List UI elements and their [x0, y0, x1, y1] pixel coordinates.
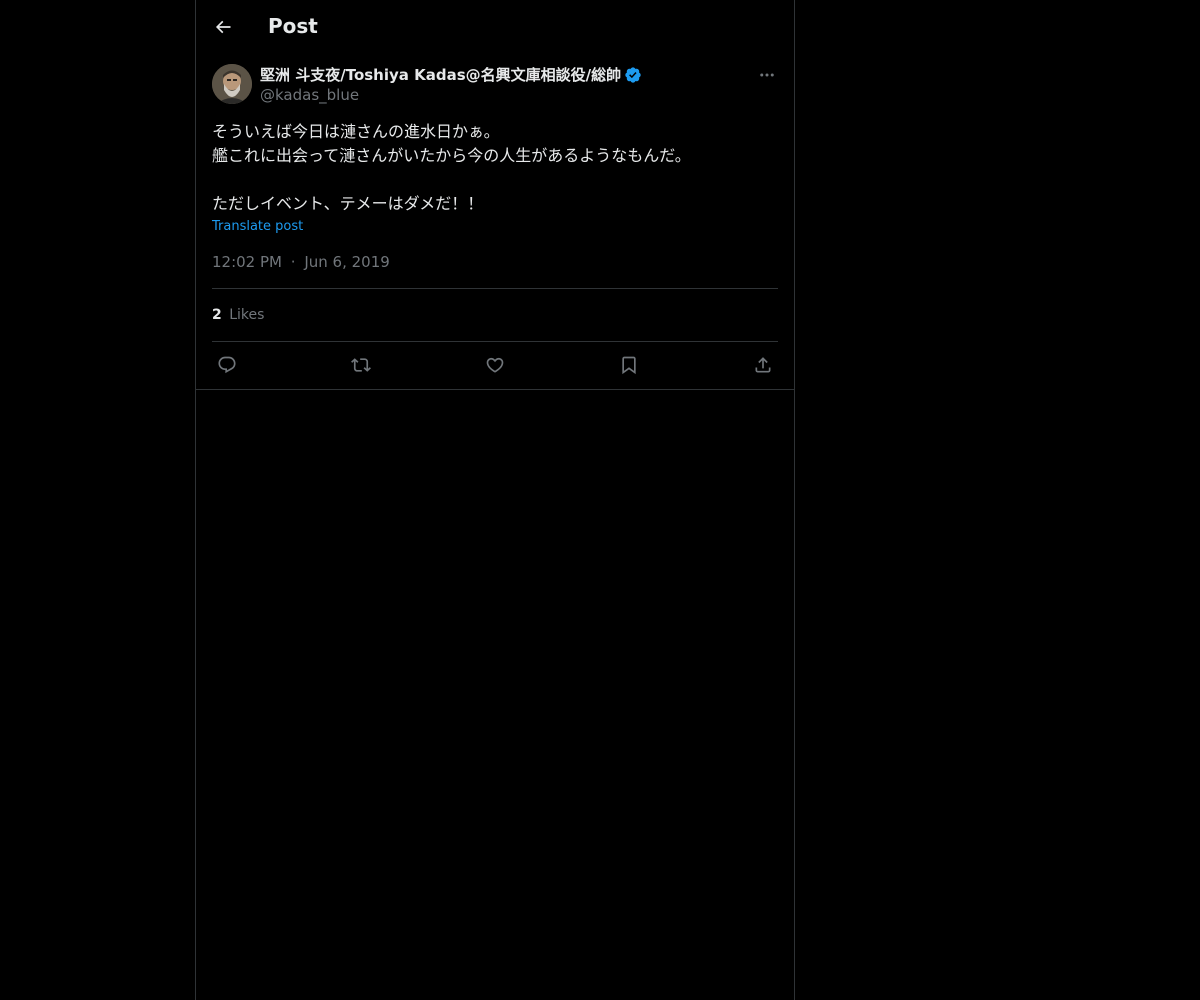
- reply-icon: [218, 356, 236, 374]
- avatar-image: [212, 64, 252, 104]
- share-icon: [755, 357, 771, 373]
- tweet-text: そういえば今日は漣さんの進水日かぁ。 艦これに出会って漣さんがいたから今の人生が…: [212, 120, 778, 216]
- tweet-timestamp[interactable]: 12:02 PM · Jun 6, 2019: [212, 252, 390, 272]
- page-header: Post: [196, 0, 794, 53]
- likes-link[interactable]: 2 Likes: [212, 306, 264, 324]
- author-name-text: 堅洲 斗支夜/Toshiya Kadas@名興文庫相談役/総帥: [260, 66, 622, 84]
- page-title: Post: [268, 14, 318, 38]
- back-button[interactable]: [206, 10, 240, 44]
- action-bar: [212, 352, 778, 378]
- repost-icon: [351, 358, 371, 372]
- tweet-text-line: そういえば今日は漣さんの進水日かぁ。: [212, 122, 500, 141]
- share-button[interactable]: [748, 352, 778, 378]
- translate-post-link[interactable]: Translate post: [212, 218, 303, 236]
- reply-button[interactable]: [212, 352, 242, 378]
- bookmark-button[interactable]: [614, 352, 644, 378]
- tweet-text-line: [212, 168, 778, 192]
- verified-badge-icon: [625, 67, 641, 83]
- more-options-button[interactable]: [756, 64, 778, 86]
- tweet-date: Jun 6, 2019: [304, 253, 390, 271]
- author-handle[interactable]: @kadas_blue: [260, 85, 359, 105]
- likes-label: Likes: [229, 307, 265, 323]
- like-button[interactable]: [480, 352, 510, 378]
- repost-button[interactable]: [346, 352, 376, 378]
- tweet-text-line: ただしイベント、テメーはダメだ！！: [212, 194, 484, 213]
- divider: [212, 341, 778, 342]
- tweet-time: 12:02 PM: [212, 253, 282, 271]
- more-icon: [760, 73, 774, 77]
- timestamp-separator: ·: [290, 253, 296, 271]
- tweet-bottom-border: [196, 389, 794, 390]
- author-name[interactable]: 堅洲 斗支夜/Toshiya Kadas@名興文庫相談役/総帥: [260, 65, 642, 85]
- like-icon: [486, 357, 504, 373]
- tweet-text-line: 艦これに出会って漣さんがいたから今の人生があるようなもんだ。: [212, 146, 691, 165]
- bookmark-icon: [622, 356, 636, 375]
- likes-count: 2: [212, 307, 222, 323]
- main-column: Post 堅洲 斗支夜/Toshiya Kadas@名興文庫相談役/総帥 @ka…: [195, 0, 795, 1000]
- divider: [212, 288, 778, 289]
- arrow-left-icon: [215, 20, 231, 34]
- avatar[interactable]: [212, 64, 252, 104]
